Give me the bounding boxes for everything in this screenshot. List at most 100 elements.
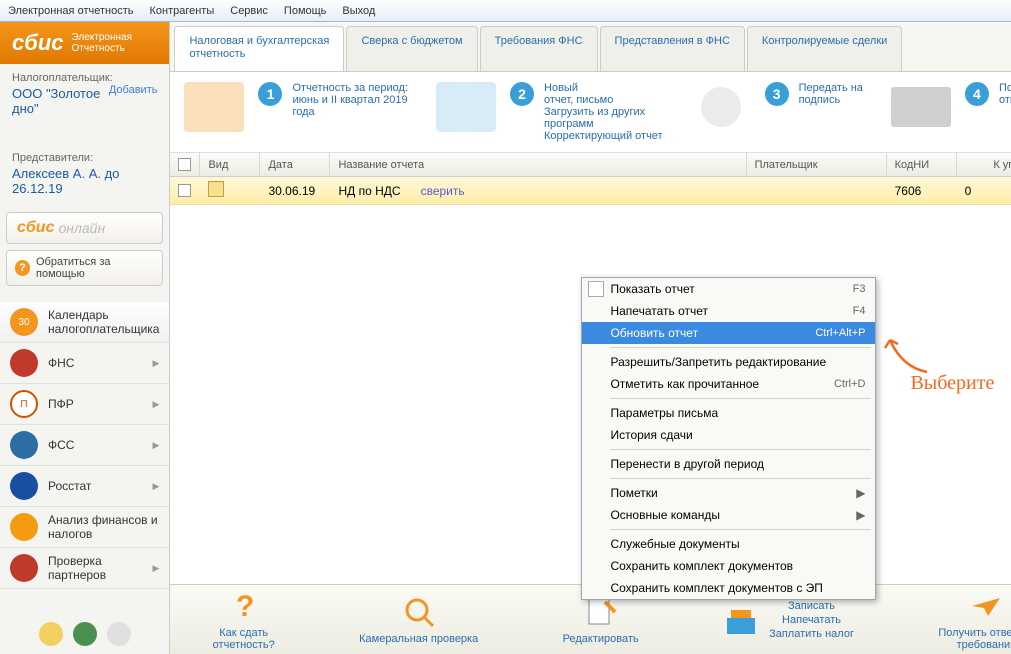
tab-budget-reconcile[interactable]: Сверка с бюджетом xyxy=(346,26,477,71)
nav-label: ФСС xyxy=(48,438,74,452)
taxpayer-block: Налогоплательщик: Добавить ООО "Золотое … xyxy=(0,64,169,124)
menu-item-label: Показать отчет xyxy=(610,282,694,296)
step-line: года xyxy=(292,106,408,118)
step-1[interactable]: 1 Отчетность за период: июнь и II кварта… xyxy=(184,82,408,142)
menu-shortcut: Ctrl+Alt+P xyxy=(815,327,865,339)
row-checkbox[interactable] xyxy=(178,184,191,197)
magnifier-icon xyxy=(401,594,437,630)
menu-item-label: Пометки xyxy=(610,486,657,500)
nav-label: Календарь налогоплательщика xyxy=(48,308,159,336)
row-kod: 7606 xyxy=(887,184,957,198)
sbis-online-button[interactable]: сбис онлайн xyxy=(6,212,163,244)
bb-print-link[interactable]: Напечатать xyxy=(769,614,854,626)
step-3[interactable]: 3 Передать на подпись xyxy=(691,82,863,142)
sidebar: сбис Электронная Отчетность Налогоплател… xyxy=(0,22,170,654)
step-line: Передать на xyxy=(799,82,863,94)
context-menu-item[interactable]: Разрешить/Запретить редактирование xyxy=(582,351,875,373)
nav-analysis[interactable]: Анализ финансов и налогов xyxy=(0,507,169,548)
menu-item-label: Сохранить комплект документов с ЭП xyxy=(610,581,822,595)
menu-service[interactable]: Сервис xyxy=(230,5,268,17)
menu-exit[interactable]: Выход xyxy=(342,5,375,17)
context-menu-item[interactable]: Основные команды▶ xyxy=(582,504,875,526)
context-menu-item[interactable]: Перенести в другой период xyxy=(582,453,875,475)
taxpayer-add-link[interactable]: Добавить xyxy=(109,84,158,96)
sidebar-footer xyxy=(0,614,169,654)
context-menu-item[interactable]: Пометки ▶ xyxy=(582,482,875,504)
col-name[interactable]: Название отчета xyxy=(330,153,746,176)
nav-fss[interactable]: ФСС ▶ xyxy=(0,425,169,466)
nav-label: Анализ финансов и налогов xyxy=(48,513,159,541)
menu-item-label: История сдачи xyxy=(610,428,692,442)
menu-separator xyxy=(610,347,871,348)
tab-tax-reporting[interactable]: Налоговая и бухгалтерская отчетность xyxy=(174,26,344,71)
context-menu-item[interactable]: Напечатать отчетF4 xyxy=(582,300,875,322)
menu-help[interactable]: Помощь xyxy=(284,5,327,17)
context-menu-item[interactable]: Параметры письма xyxy=(582,402,875,424)
step-line: Новый xyxy=(544,82,663,94)
col-date[interactable]: Дата xyxy=(260,153,330,176)
menu-eo[interactable]: Электронная отчетность xyxy=(8,5,133,17)
context-menu-item[interactable]: Служебные документы xyxy=(582,533,875,555)
nav-fns[interactable]: ФНС ▶ xyxy=(0,343,169,384)
select-all-checkbox[interactable] xyxy=(178,158,191,171)
folder-icon xyxy=(184,82,244,138)
logo-sub1: Электронная xyxy=(72,32,132,43)
online-brand: сбис xyxy=(17,219,54,237)
context-menu-item[interactable]: Сохранить комплект документов с ЭП xyxy=(582,577,875,599)
step-2[interactable]: 2 Новый отчет, письмо Загрузить из други… xyxy=(436,82,663,142)
bb-send[interactable]: Получить ответы итребования xyxy=(938,588,1011,651)
step-4[interactable]: 4 Подписать и отправить xyxy=(891,82,1011,142)
step-line: подпись xyxy=(799,94,863,106)
bb-edit[interactable]: Редактировать xyxy=(563,594,639,645)
envelope-icon xyxy=(891,82,951,138)
bb-paytax-link[interactable]: Заплатить налог xyxy=(769,628,854,640)
nav-label: ПФР xyxy=(48,397,74,411)
col-pay[interactable]: К уплате xyxy=(957,153,1011,176)
menu-contragents[interactable]: Контрагенты xyxy=(149,5,214,17)
step-num: 2 xyxy=(510,82,534,106)
main-menubar: Электронная отчетность Контрагенты Серви… xyxy=(0,0,1011,22)
menu-shortcut: F3 xyxy=(853,283,866,295)
reps-label: Представители: xyxy=(12,152,157,164)
row-verify-link[interactable]: сверить xyxy=(421,184,465,198)
bb-audit[interactable]: Камеральная проверка xyxy=(359,594,478,645)
badge-icon-2 xyxy=(73,622,97,646)
col-payer[interactable]: Плательщик xyxy=(747,153,887,176)
bb-howto[interactable]: ? Как сдатьотчетность? xyxy=(213,588,275,651)
analysis-icon xyxy=(10,513,38,541)
tab-controlled-deals[interactable]: Контролируемые сделки xyxy=(747,26,902,71)
step-line: Отчетность за период: xyxy=(292,82,408,94)
context-menu: Показать отчет F3 Напечатать отчетF4Обнови… xyxy=(581,277,876,600)
nav-partners[interactable]: Проверка партнеров ▶ xyxy=(0,548,169,589)
nav-pfr[interactable]: П ПФР ▶ xyxy=(0,384,169,425)
fns-icon xyxy=(10,349,38,377)
nav-calendar[interactable]: 30 Календарь налогоплательщика xyxy=(0,302,169,343)
annotation-text: Выберите xyxy=(910,372,994,395)
submenu-arrow-icon: ▶ xyxy=(856,486,865,500)
badge-icon-3 xyxy=(107,622,131,646)
step-num: 1 xyxy=(258,82,282,106)
row-name: НД по НДС xyxy=(338,184,400,198)
row-pay: 0 xyxy=(957,184,1011,198)
context-menu-item[interactable]: Отметить как прочитанноеCtrl+D xyxy=(582,373,875,395)
context-menu-item[interactable]: Обновить отчетCtrl+Alt+P xyxy=(582,322,875,344)
bb-save-link[interactable]: Записать xyxy=(769,600,854,612)
context-menu-item[interactable]: Показать отчет F3 xyxy=(582,278,875,300)
step-line: Корректирующий отчет xyxy=(544,130,663,142)
tab-fns-submissions[interactable]: Представления в ФНС xyxy=(600,26,745,71)
context-menu-item[interactable]: Сохранить комплект документов xyxy=(582,555,875,577)
context-menu-item[interactable]: История сдачи xyxy=(582,424,875,446)
reps-name[interactable]: Алексеев А. А. до 26.12.19 xyxy=(12,166,157,196)
table-row[interactable]: 30.06.19 НД по НДС сверить 7606 0 xyxy=(170,177,1011,205)
menu-shortcut: Ctrl+D xyxy=(834,378,865,390)
nav-rosstat[interactable]: Росстат ▶ xyxy=(0,466,169,507)
logo-brand: сбис xyxy=(12,30,64,56)
help-icon: ? xyxy=(15,260,30,276)
col-kod[interactable]: КодНИ xyxy=(887,153,957,176)
doc-type-icon xyxy=(208,181,224,197)
col-vid[interactable]: Вид xyxy=(200,153,260,176)
chevron-right-icon: ▶ xyxy=(153,358,160,369)
request-help-button[interactable]: ? Обратиться за помощью xyxy=(6,250,163,286)
tab-fns-requirements[interactable]: Требования ФНС xyxy=(480,26,598,71)
question-icon: ? xyxy=(226,588,262,624)
